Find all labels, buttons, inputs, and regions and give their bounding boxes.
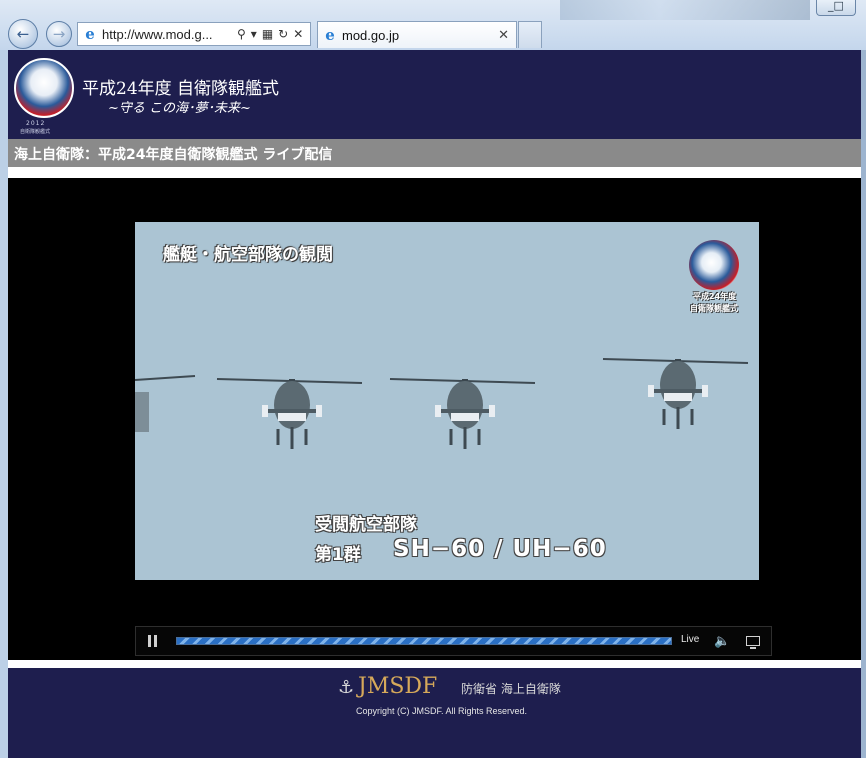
video-frame[interactable]: 艦艇・航空部隊の観閲 平成24年度 自衛隊観艦式 受閲航空部隊 第1群 SH−6… (135, 222, 759, 580)
logo-year: 2012 (26, 120, 46, 127)
ie-logo-icon: e (325, 26, 335, 44)
site-subtitle: ~守る この海･夢･未来~ (108, 101, 251, 116)
footer-brand[interactable]: JMSDF (358, 674, 437, 699)
forward-arrow-icon: → (52, 25, 66, 43)
anchor-icon: ⚓ (338, 677, 355, 698)
desktop-background-strip (560, 0, 810, 20)
video-player[interactable]: 艦艇・航空部隊の観閲 平成24年度 自衛隊観艦式 受閲航空部隊 第1群 SH−6… (8, 178, 861, 660)
refresh-icon[interactable]: ↻ (278, 27, 288, 41)
address-bar[interactable]: e http://www.mod.g... ⚲ ▾ ▦ ↻ ✕ (77, 22, 311, 46)
tab-mod-go-jp[interactable]: e mod.go.jp ✕ (317, 21, 517, 48)
forward-button[interactable]: → (46, 21, 72, 47)
window-edge (861, 50, 866, 758)
page-title: 海上自衛隊：平成24年度自衛隊観艦式 ライブ配信 (14, 147, 333, 163)
browser-chrome: ← → e http://www.mod.g... ⚲ ▾ ▦ ↻ ✕ e mo… (0, 0, 866, 50)
pause-icon[interactable] (148, 635, 160, 648)
site-header: 2012 自衛隊観艦式 平成24年度 自衛隊観艦式 ~守る この海･夢･未来~ (8, 50, 861, 139)
broadcast-logo-line2: 自衛隊観艦式 (690, 304, 738, 313)
player-control-bar: Live 🔈 (135, 626, 772, 656)
live-label: Live (681, 634, 700, 645)
video-caption-group: 第1群 (315, 545, 361, 565)
site-title: 平成24年度 自衛隊観艦式 (82, 79, 280, 99)
ie-logo-icon: e (85, 25, 95, 43)
logo-caption: 自衛隊観艦式 (20, 129, 51, 135)
window-controls[interactable]: _□ (816, 0, 856, 16)
footer-copyright: Copyright (C) JMSDF. All Rights Reserved… (356, 706, 528, 716)
volume-icon[interactable]: 🔈 (714, 634, 730, 649)
compatibility-view-icon[interactable]: ▦ (262, 27, 273, 41)
page-title-bar: 海上自衛隊：平成24年度自衛隊観艦式 ライブ配信 (8, 139, 861, 167)
address-text[interactable]: http://www.mod.g... (102, 27, 232, 42)
video-caption-aircraft: SH−60 / UH−60 (393, 536, 607, 562)
tab-title: mod.go.jp (342, 27, 400, 43)
web-page: 2012 自衛隊観艦式 平成24年度 自衛隊観艦式 ~守る この海･夢･未来~ … (8, 50, 861, 758)
video-caption-top: 艦艇・航空部隊の観閲 (163, 245, 333, 265)
site-footer: ⚓ JMSDF 防衛省 海上自衛隊 Copyright (C) JMSDF. A… (8, 668, 861, 758)
helicopter-scene (135, 222, 759, 580)
broadcast-logo-line1: 平成24年度 (693, 292, 737, 301)
back-arrow-icon: ← (16, 25, 30, 43)
close-icon[interactable]: ✕ (498, 28, 509, 43)
progress-bar[interactable] (176, 637, 672, 645)
dropdown-arrow-icon[interactable]: ▾ (251, 27, 257, 41)
fleet-review-logo[interactable] (14, 58, 74, 118)
video-caption-unit: 受閲航空部隊 (315, 515, 417, 535)
stop-icon[interactable]: ✕ (293, 27, 303, 41)
new-tab-button[interactable] (518, 21, 542, 48)
search-icon[interactable]: ⚲ (237, 27, 246, 41)
footer-ministry: 防衛省 海上自衛隊 (461, 682, 561, 696)
back-button[interactable]: ← (8, 19, 38, 49)
fullscreen-icon[interactable] (746, 636, 760, 649)
broadcast-logo (689, 240, 739, 290)
